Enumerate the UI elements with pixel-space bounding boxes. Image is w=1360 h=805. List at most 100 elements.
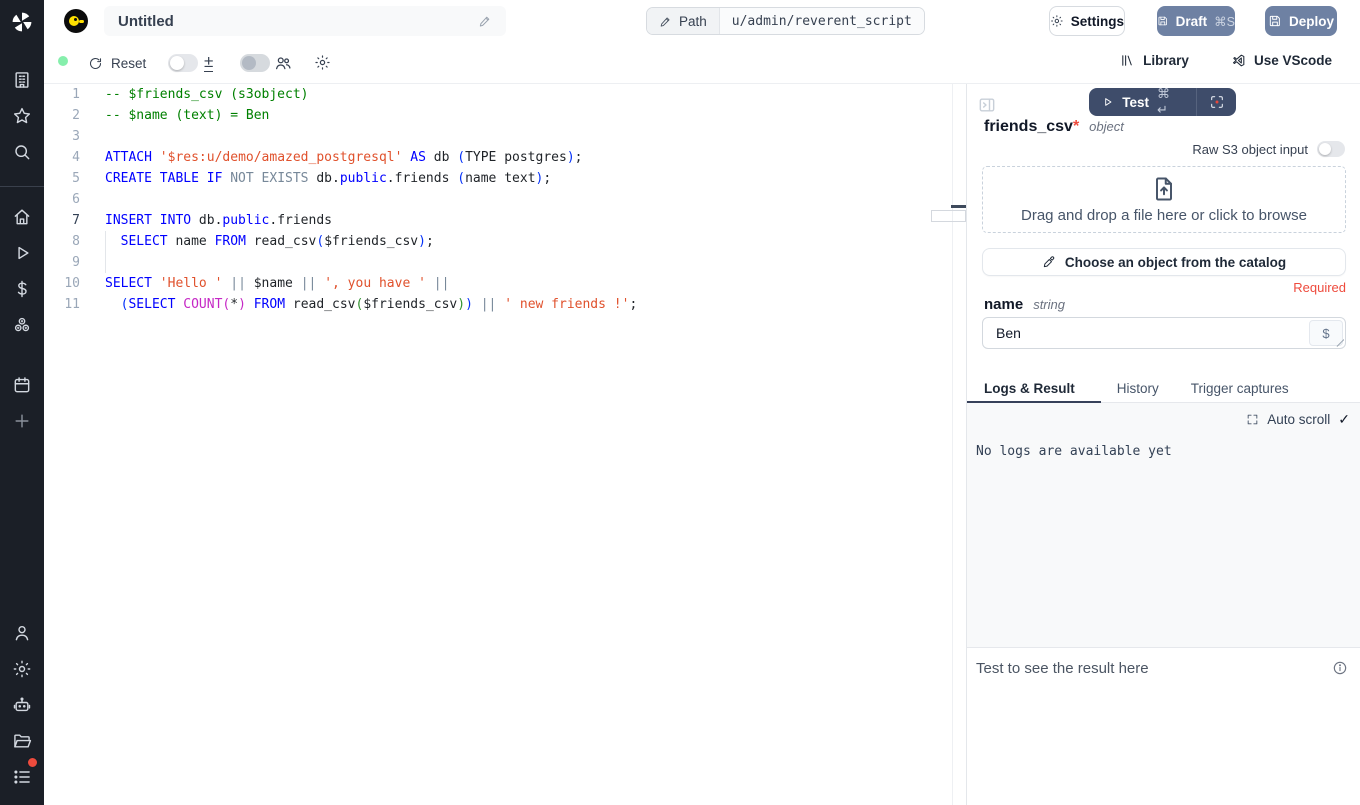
variables-dollar-icon[interactable] (12, 279, 32, 299)
schedules-calendar-icon[interactable] (12, 375, 32, 395)
tab-trigger-captures[interactable]: Trigger captures (1175, 378, 1305, 402)
search-icon[interactable] (12, 142, 32, 162)
settings-gear-icon[interactable] (12, 659, 32, 679)
info-icon[interactable] (1332, 660, 1348, 676)
code-text: -- $name (text) = Ben (80, 105, 269, 126)
reset-button[interactable]: Reset (88, 53, 146, 73)
capture-frame-icon (1209, 94, 1225, 110)
duckdb-language-icon[interactable] (64, 9, 88, 33)
editor-scroll-strip (952, 84, 966, 805)
workspace-icon[interactable] (12, 70, 32, 90)
audit-list-icon[interactable] (12, 767, 32, 787)
code-line[interactable]: 2-- $name (text) = Ben (44, 105, 952, 126)
diff-toggle[interactable] (168, 54, 198, 72)
code-text (80, 252, 105, 273)
script-title-input[interactable]: Untitled (104, 6, 506, 36)
arg-name-header: name string (984, 296, 1065, 313)
line-number[interactable]: 10 (44, 273, 80, 294)
name-field-wrapper: $ (982, 317, 1346, 349)
notification-dot (27, 757, 38, 768)
raw-s3-toggle[interactable] (1317, 141, 1345, 157)
line-number[interactable]: 4 (44, 147, 80, 168)
code-text: INSERT INTO db.public.friends (80, 210, 332, 231)
test-shortcut: ⌘ ↵ (1157, 86, 1186, 118)
use-vscode-button[interactable]: Use VScode (1231, 53, 1332, 68)
tab-logs-result[interactable]: Logs & Result (967, 378, 1101, 402)
windmill-script-editor: Untitled Path u/admin/reverent_script Se… (0, 0, 1360, 805)
line-number[interactable]: 6 (44, 189, 80, 210)
line-number[interactable]: 11 (44, 294, 80, 315)
line-number[interactable]: 9 (44, 252, 80, 273)
textarea-resize-handle[interactable] (1335, 338, 1344, 347)
test-label: Test (1122, 95, 1149, 110)
ai-robot-icon[interactable] (12, 695, 32, 715)
vscode-icon (1231, 53, 1246, 68)
editor-settings-gear-icon[interactable] (314, 54, 331, 71)
arg-name: name (984, 296, 1023, 313)
deploy-button[interactable]: Deploy (1265, 6, 1337, 36)
collapse-panel-icon[interactable] (977, 95, 997, 115)
line-number[interactable]: 1 (44, 84, 80, 105)
plus-minus-label: ± (204, 52, 213, 72)
code-line[interactable]: 3 (44, 126, 952, 147)
dropzone-label: Drag and drop a file here or click to br… (1021, 207, 1307, 224)
vscode-label: Use VScode (1254, 53, 1332, 68)
code-line[interactable]: 5CREATE TABLE IF NOT EXISTS db.public.fr… (44, 168, 952, 189)
choose-object-button[interactable]: Choose an object from the catalog (982, 248, 1346, 276)
code-line[interactable]: 8 SELECT name FROM read_csv($friends_csv… (44, 231, 952, 252)
windmill-logo-icon[interactable] (10, 10, 34, 34)
edit-pencil-icon (478, 14, 492, 28)
folders-icon[interactable] (12, 731, 32, 751)
name-field[interactable] (983, 318, 1345, 348)
favorites-star-icon[interactable] (12, 106, 32, 126)
auto-scroll-label: Auto scroll (1267, 412, 1330, 427)
panel-resize-handle[interactable] (951, 205, 966, 208)
test-button[interactable]: Test ⌘ ↵ (1089, 86, 1196, 118)
resources-cluster-icon[interactable] (12, 315, 32, 335)
code-line[interactable]: 6 (44, 189, 952, 210)
path-button[interactable]: Path u/admin/reverent_script (646, 7, 925, 35)
code-text: CREATE TABLE IF NOT EXISTS db.public.fri… (80, 168, 551, 189)
path-label: Path (679, 14, 707, 29)
library-label: Library (1143, 53, 1189, 68)
pipette-icon (1042, 255, 1056, 269)
choose-object-label: Choose an object from the catalog (1065, 255, 1286, 270)
code-line[interactable]: 1-- $friends_csv (s3object) (44, 84, 952, 105)
play-icon (1101, 95, 1114, 109)
line-number[interactable]: 5 (44, 168, 80, 189)
file-dropzone[interactable]: Drag and drop a file here or click to br… (982, 166, 1346, 233)
user-icon[interactable] (12, 623, 32, 643)
required-badge: Required (1293, 280, 1346, 295)
line-number[interactable]: 2 (44, 105, 80, 126)
code-line[interactable]: 7INSERT INTO db.public.friends (44, 210, 952, 231)
settings-button[interactable]: Settings (1049, 6, 1125, 36)
capture-run-button[interactable] (1196, 88, 1236, 116)
line-number[interactable]: 3 (44, 126, 80, 147)
raw-s3-label: Raw S3 object input (1192, 142, 1308, 157)
logs-panel: Auto scroll ✓ No logs are available yet (967, 403, 1360, 648)
raw-s3-toggle-row: Raw S3 object input (1192, 141, 1345, 157)
code-line[interactable]: 10SELECT 'Hello ' || $name || ', you hav… (44, 273, 952, 294)
code-line[interactable]: 4ATTACH '$res:u/demo/amazed_postgresql' … (44, 147, 952, 168)
tab-history[interactable]: History (1101, 378, 1175, 402)
auto-scroll-toggle[interactable]: Auto scroll ✓ (1246, 411, 1350, 428)
arg-type: string (1033, 297, 1065, 312)
library-button[interactable]: Library (1120, 53, 1189, 68)
script-title: Untitled (118, 13, 478, 30)
draft-button[interactable]: Draft ⌘S (1157, 6, 1235, 36)
runs-play-icon[interactable] (12, 243, 32, 263)
line-number[interactable]: 7 (44, 210, 80, 231)
refresh-icon (88, 56, 103, 71)
code-editor[interactable]: 1-- $friends_csv (s3object)2-- $name (te… (44, 84, 952, 805)
arg-type: object (1089, 119, 1124, 134)
arg-friends-csv-header: friends_csv* object (984, 118, 1124, 136)
multiplayer-toggle[interactable] (240, 54, 270, 72)
expand-icon (1246, 413, 1259, 426)
code-line[interactable]: 9 (44, 252, 952, 273)
result-placeholder: Test to see the result here (976, 660, 1149, 677)
code-text: -- $friends_csv (s3object) (80, 84, 309, 105)
line-number[interactable]: 8 (44, 231, 80, 252)
code-line[interactable]: 11 (SELECT COUNT(*) FROM read_csv($frien… (44, 294, 952, 315)
add-plus-icon[interactable] (12, 411, 32, 431)
home-icon[interactable] (12, 207, 32, 227)
